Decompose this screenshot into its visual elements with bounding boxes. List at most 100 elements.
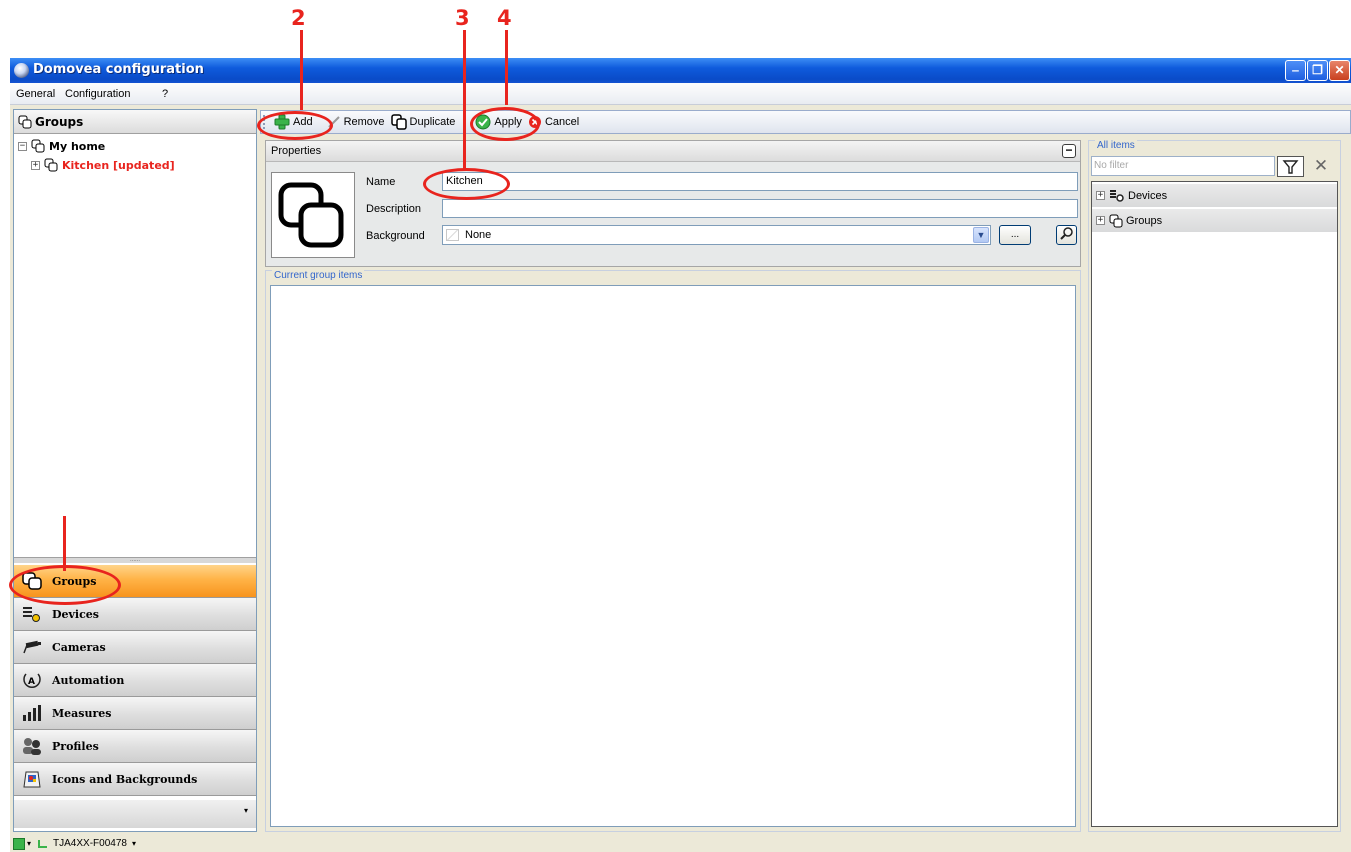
add-label: Add [293, 116, 313, 128]
tree-item-my-home[interactable]: − My home [18, 138, 105, 154]
tree-item-groups[interactable]: + Groups [1092, 209, 1337, 233]
background-label: Background [366, 230, 425, 242]
cancel-button[interactable]: Cancel [525, 112, 582, 132]
apply-label: Apply [494, 116, 522, 128]
toolbar-grip [263, 115, 271, 129]
callout-number-3: 3 [455, 6, 470, 30]
nav-devices[interactable]: Devices [14, 598, 256, 631]
measures-icon [20, 702, 44, 724]
chevron-down-icon[interactable]: ▾ [27, 839, 31, 848]
tree-item-label: Devices [1128, 189, 1168, 202]
background-select[interactable]: None ▼ [442, 225, 991, 245]
zoom-button[interactable] [1056, 225, 1077, 245]
duplicate-button[interactable]: Duplicate [388, 112, 459, 132]
all-items-panel: All items No filter ✕ + Devices + Groups [1088, 140, 1341, 832]
menu-general[interactable]: General [16, 88, 55, 100]
apply-button[interactable]: Apply [472, 112, 525, 132]
nav-label: Devices [52, 607, 99, 621]
properties-panel: Properties − Name Kitchen Description Ba… [265, 140, 1081, 267]
camera-icon [20, 636, 44, 658]
current-group-items-legend: Current group items [272, 270, 365, 281]
duplicate-label: Duplicate [409, 116, 456, 128]
tree-item-label: My home [49, 139, 106, 153]
background-value: None [465, 229, 492, 241]
nav-cameras[interactable]: Cameras [14, 631, 256, 664]
chevron-down-icon[interactable]: ▼ [973, 227, 989, 243]
add-button[interactable]: Add [271, 112, 316, 132]
close-button[interactable]: ✕ [1329, 60, 1350, 81]
nav-measures[interactable]: Measures [14, 697, 256, 730]
description-label: Description [366, 203, 422, 215]
tree-item-label: Kitchen [updated] [62, 158, 175, 172]
nav-icons-and-backgrounds[interactable]: Icons and Backgrounds [14, 763, 256, 796]
all-items-tree: + Devices + Groups [1091, 181, 1338, 827]
nav-profiles[interactable]: Profiles [14, 730, 256, 763]
browse-button[interactable]: ... [999, 225, 1031, 245]
tree-item-kitchen[interactable]: + Kitchen [updated] [31, 157, 175, 173]
groups-icon [278, 182, 344, 248]
remove-button[interactable]: Remove [324, 112, 388, 132]
groups-icon [18, 115, 32, 128]
devices-icon [20, 603, 44, 625]
groups-panel-title: Groups [35, 114, 84, 129]
add-icon [274, 114, 290, 130]
nav-overflow[interactable]: ▾ [14, 800, 256, 828]
restore-button[interactable]: ❐ [1307, 60, 1328, 81]
title-bar[interactable]: Domovea configuration ‒ ❐ ✕ [10, 58, 1351, 83]
checkmark-icon [475, 114, 491, 130]
expand-toggle[interactable]: + [31, 160, 40, 170]
groups-icon [20, 570, 44, 592]
callout-number-2: 2 [291, 6, 306, 30]
tree-item-label: Groups [1126, 214, 1163, 227]
all-items-legend: All items [1095, 140, 1137, 151]
menu-configuration[interactable]: Configuration [65, 88, 130, 100]
clear-filter-button[interactable]: ✕ [1311, 156, 1331, 177]
connection-icon[interactable] [13, 837, 25, 850]
nav-label: Profiles [52, 739, 99, 753]
cancel-label: Cancel [544, 116, 580, 128]
main-window: Domovea configuration ‒ ❐ ✕ General Conf… [10, 58, 1351, 852]
menu-help[interactable]: ? [162, 88, 168, 100]
properties-header: Properties − [266, 141, 1080, 162]
expand-toggle[interactable]: + [1096, 216, 1105, 225]
groups-icon [1109, 214, 1123, 227]
status-bar: ▾ TJA4XX-F00478 ▾ [10, 835, 1351, 852]
description-field[interactable] [442, 199, 1078, 218]
nav-label: Automation [52, 673, 125, 687]
window-title: Domovea configuration [33, 62, 204, 77]
properties-title: Properties [271, 145, 322, 157]
devices-icon [1110, 189, 1124, 202]
app-logo-icon [14, 63, 29, 78]
chevron-down-icon[interactable]: ▾ [244, 806, 248, 815]
left-panel: Groups − My home + Kitchen [updated] ...… [13, 109, 257, 832]
device-id: TJA4XX-F00478 [53, 838, 127, 849]
profiles-icon [20, 735, 44, 757]
filter-input[interactable]: No filter [1091, 156, 1275, 176]
svg-text:A: A [28, 677, 35, 687]
collapse-button[interactable]: − [1062, 144, 1076, 158]
name-label: Name [366, 176, 396, 188]
magnifier-icon [1059, 227, 1073, 240]
filter-button[interactable] [1277, 156, 1304, 177]
nav-label: Cameras [52, 640, 106, 654]
funnel-icon [1282, 160, 1299, 174]
chevron-down-icon[interactable]: ▾ [132, 839, 136, 848]
current-group-items-list[interactable] [270, 285, 1076, 827]
background-swatch-icon [446, 229, 459, 241]
collapse-toggle[interactable]: − [18, 141, 27, 151]
menu-bar: General Configuration ? [10, 83, 1351, 105]
group-node-icon [31, 139, 45, 153]
panel-splitter[interactable]: ...... [14, 557, 256, 563]
nav-automation[interactable]: A Automation [14, 664, 256, 697]
group-icon-preview[interactable] [271, 172, 355, 258]
callout-line-4 [505, 30, 508, 105]
remove-icon [327, 116, 340, 128]
network-icon [38, 839, 48, 848]
expand-toggle[interactable]: + [1096, 191, 1105, 200]
remove-label: Remove [343, 116, 385, 128]
name-field[interactable]: Kitchen [442, 172, 1078, 191]
nav-groups[interactable]: Groups [14, 565, 256, 598]
tree-item-devices[interactable]: + Devices [1092, 184, 1337, 208]
minimize-button[interactable]: ‒ [1285, 60, 1306, 81]
current-group-items-panel: Current group items [265, 270, 1081, 832]
